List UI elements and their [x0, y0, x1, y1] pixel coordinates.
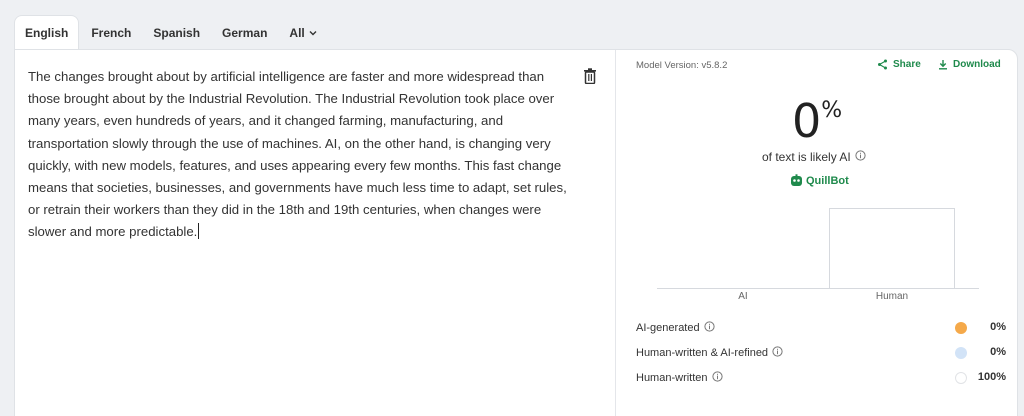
- breakdown-label: Human-written: [636, 371, 723, 385]
- share-label: Share: [893, 59, 921, 70]
- chart-baseline: [657, 288, 979, 289]
- tab-label: English: [25, 26, 69, 40]
- text-caret: [198, 223, 200, 240]
- breakdown-row-ai-refined: Human-written & AI-refined 0%: [636, 341, 1006, 366]
- breakdown-label: AI-generated: [636, 321, 715, 335]
- language-tabs: English French Spanish German All: [14, 15, 329, 50]
- tab-label: German: [222, 26, 268, 40]
- tab-french[interactable]: French: [81, 16, 141, 50]
- detector-card: The changes brought about by artificial …: [14, 49, 1018, 416]
- quillbot-icon: [791, 174, 802, 186]
- ai-refined-color-dot: [955, 347, 967, 359]
- info-icon[interactable]: [704, 321, 715, 335]
- likely-ai-label: of text is likely AI: [762, 150, 851, 164]
- tab-all-dropdown[interactable]: All: [279, 16, 326, 50]
- breakdown-label-text: Human-written: [636, 372, 708, 384]
- tab-english[interactable]: English: [14, 15, 80, 50]
- score-bar-chart: AI Human: [657, 200, 979, 308]
- share-icon: [878, 59, 887, 70]
- quillbot-logo: QuillBot: [790, 174, 849, 187]
- breakdown-label-text: Human-written & AI-refined: [636, 347, 769, 359]
- info-icon[interactable]: [855, 150, 866, 164]
- editor-text: The changes brought about by artificial …: [28, 69, 567, 240]
- breakdown-label-text: AI-generated: [636, 322, 700, 334]
- breakdown-label: Human-written & AI-refined: [636, 346, 783, 360]
- share-button[interactable]: Share: [877, 59, 921, 70]
- tab-label: French: [91, 26, 132, 40]
- download-icon: [939, 60, 947, 70]
- breakdown-value: 0%: [990, 346, 1006, 358]
- brand-name: QuillBot: [806, 174, 849, 187]
- tab-spanish[interactable]: Spanish: [143, 16, 210, 50]
- tab-label: All: [289, 26, 305, 40]
- download-label: Download: [953, 59, 1001, 70]
- category-label-ai: AI: [738, 291, 748, 302]
- tab-label: Spanish: [153, 26, 201, 40]
- human-written-color-dot: [955, 372, 967, 384]
- breakdown-row-human-written: Human-written 100%: [636, 366, 1006, 391]
- ai-score-unit: %: [821, 98, 842, 123]
- breakdown-row-ai-generated: AI-generated 0%: [636, 316, 1006, 341]
- ai-score: 0%: [792, 94, 842, 148]
- ai-score-value: 0: [792, 94, 821, 148]
- model-version: Model Version: v5.8.2: [636, 60, 728, 71]
- download-button[interactable]: Download: [938, 59, 1001, 70]
- bar-human: [829, 208, 955, 288]
- tab-german[interactable]: German: [212, 16, 277, 50]
- ai-generated-color-dot: [955, 322, 967, 334]
- info-icon[interactable]: [772, 346, 783, 360]
- results-panel: Model Version: v5.8.2 Share Download 0% …: [617, 50, 1019, 416]
- category-label-human: Human: [875, 291, 909, 302]
- likely-ai-caption: of text is likely AI: [762, 150, 866, 164]
- breakdown-value: 0%: [990, 321, 1006, 333]
- breakdown-value: 100%: [977, 371, 1006, 383]
- score-breakdown: AI-generated 0% Human-written & AI-refin…: [636, 316, 1006, 391]
- input-panel: The changes brought about by artificial …: [15, 50, 616, 416]
- info-icon[interactable]: [711, 371, 723, 385]
- text-editor[interactable]: The changes brought about by artificial …: [28, 66, 568, 244]
- chevron-down-icon: [309, 30, 317, 36]
- trash-icon[interactable]: [583, 68, 597, 85]
